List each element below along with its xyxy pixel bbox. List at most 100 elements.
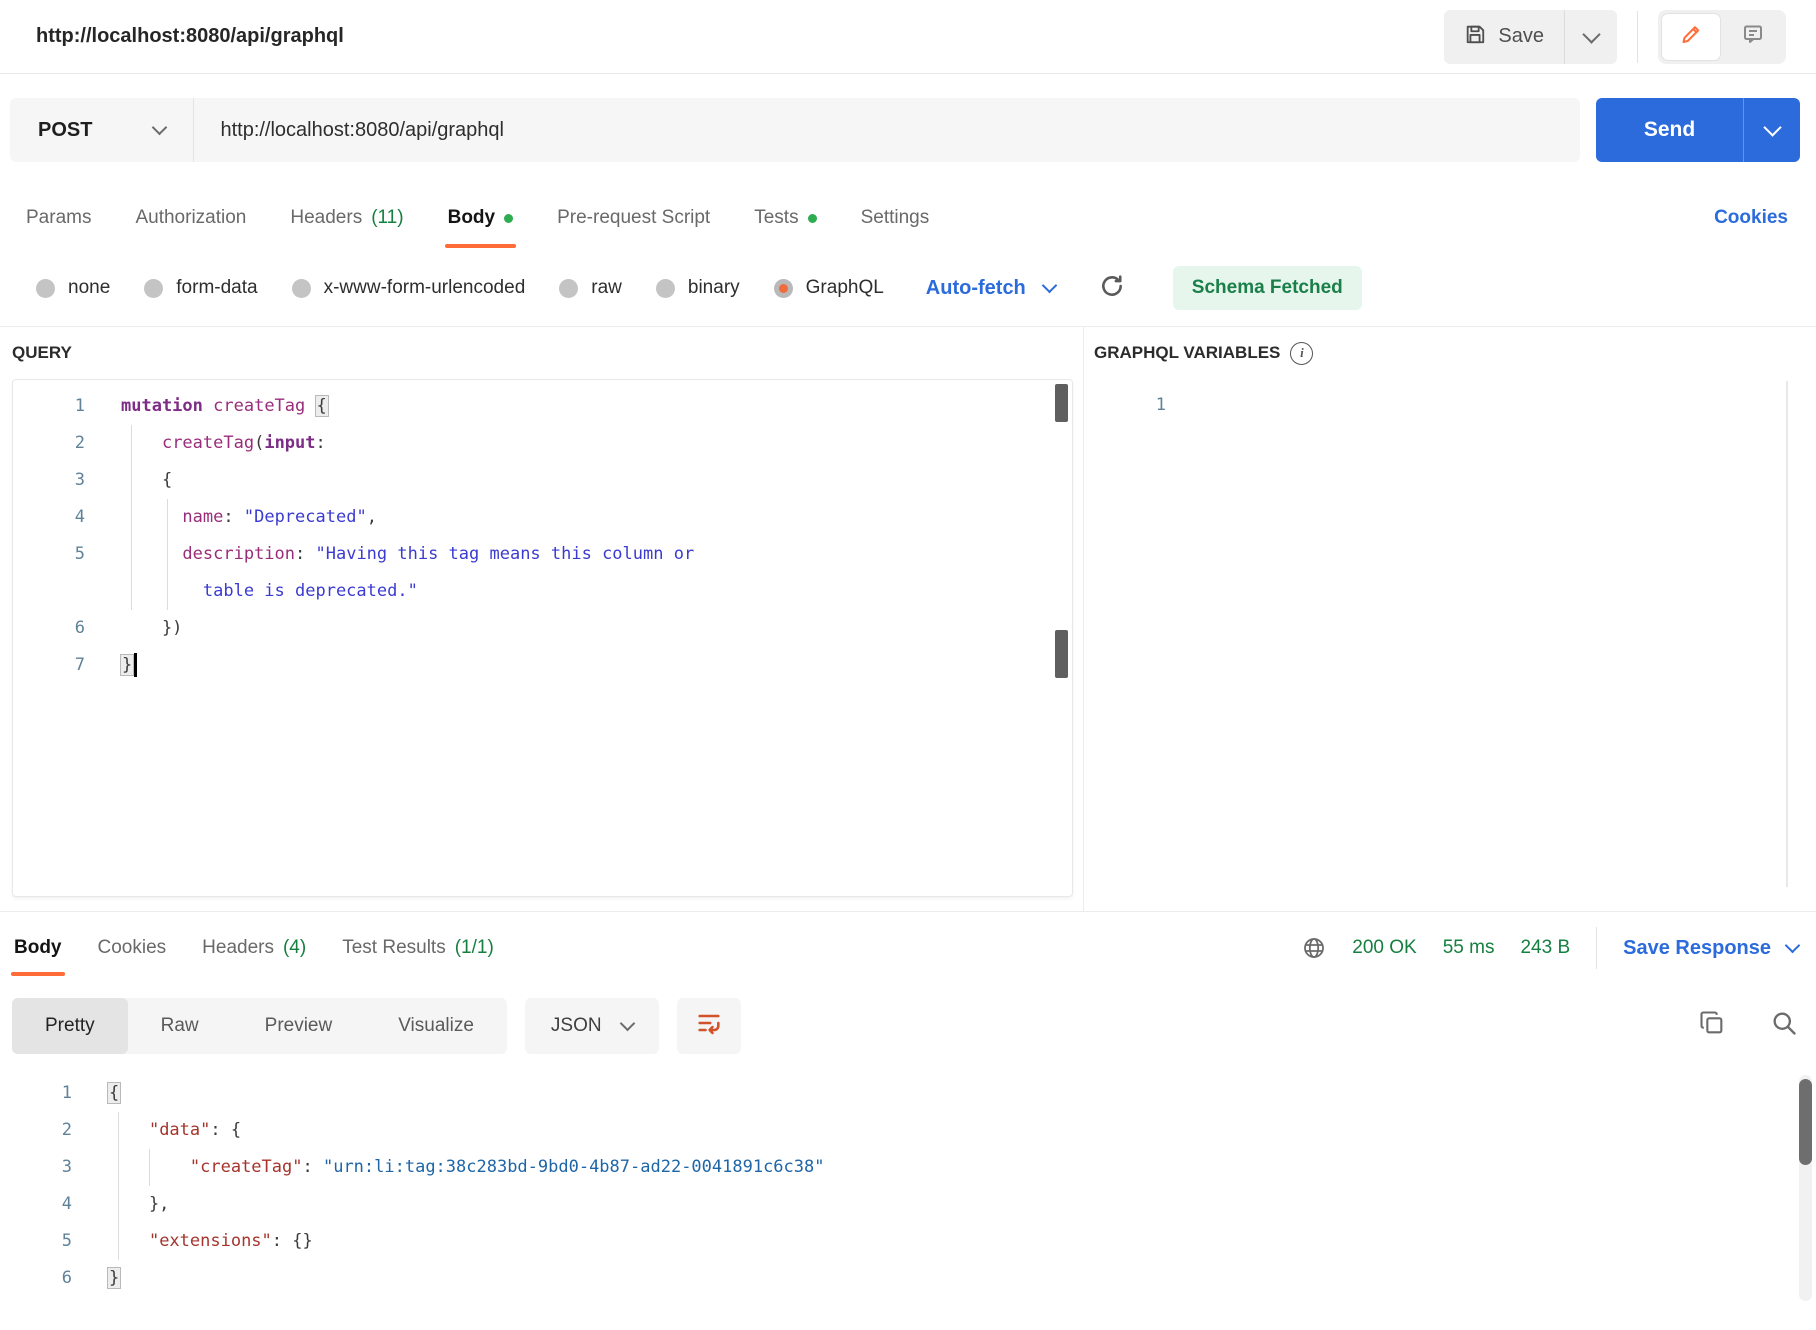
view-tab-raw[interactable]: Raw bbox=[128, 998, 232, 1054]
refresh-schema-button[interactable] bbox=[1099, 273, 1125, 304]
tab-pre-request-script[interactable]: Pre-request Script bbox=[557, 186, 710, 250]
view-tab-pretty[interactable]: Pretty bbox=[12, 998, 128, 1054]
status-badge[interactable]: 200 OK bbox=[1352, 937, 1416, 959]
line-number: 6 bbox=[0, 1260, 88, 1297]
format-select[interactable]: JSON bbox=[525, 998, 659, 1054]
tab-params[interactable]: Params bbox=[26, 186, 91, 250]
request-title: http://localhost:8080/api/graphql bbox=[36, 25, 344, 48]
code-line: 4 name: "Deprecated", bbox=[13, 499, 1072, 536]
radio-icon bbox=[774, 279, 793, 298]
tab-settings[interactable]: Settings bbox=[861, 186, 930, 250]
query-scrollbar-thumb[interactable] bbox=[1055, 384, 1068, 422]
line-number: 2 bbox=[13, 425, 101, 462]
code-line: 4 }, bbox=[0, 1186, 1816, 1223]
code-line: 1 bbox=[1094, 387, 1816, 424]
schema-status-badge: Schema Fetched bbox=[1173, 266, 1362, 310]
response-body-editor[interactable]: 1{2 "data": {3 "createTag": "urn:li:tag:… bbox=[0, 1067, 1816, 1309]
header-actions: Save bbox=[1444, 10, 1786, 64]
code-line: 6} bbox=[0, 1260, 1816, 1297]
body-type-none[interactable]: none bbox=[36, 277, 110, 299]
request-builder-row: POST Send bbox=[0, 74, 1816, 186]
body-type-form-data[interactable]: form-data bbox=[144, 277, 257, 299]
copy-button[interactable] bbox=[1698, 1009, 1726, 1042]
method-label: POST bbox=[38, 119, 92, 142]
view-tab-preview[interactable]: Preview bbox=[232, 998, 366, 1054]
line-number: 6 bbox=[13, 610, 101, 647]
radio-icon bbox=[656, 279, 675, 298]
search-icon bbox=[1770, 1009, 1798, 1042]
save-response-dropdown[interactable]: Save Response bbox=[1623, 937, 1798, 960]
response-tabs-row: Body Cookies Headers(4) Test Results(1/1) 2… bbox=[0, 912, 1816, 984]
tab-cookies[interactable]: Cookies bbox=[98, 912, 167, 984]
code-line: 1mutation createTag { bbox=[13, 388, 1072, 425]
response-scrollbar-thumb[interactable] bbox=[1799, 1079, 1812, 1165]
search-button[interactable] bbox=[1770, 1009, 1798, 1042]
tab-headers[interactable]: Headers(4) bbox=[202, 912, 306, 984]
request-tabs: Params Authorization Headers(11) Body Pre-re… bbox=[26, 186, 973, 250]
code-line: table is deprecated." bbox=[13, 573, 1072, 610]
indent-guide bbox=[167, 499, 168, 610]
radio-icon bbox=[292, 279, 311, 298]
code-line: 3 "createTag": "urn:li:tag:38c283bd-9bd0… bbox=[0, 1149, 1816, 1186]
comment-button[interactable] bbox=[1724, 14, 1782, 60]
tab-tests[interactable]: Tests bbox=[754, 186, 816, 250]
info-icon[interactable]: i bbox=[1290, 342, 1313, 365]
save-button[interactable]: Save bbox=[1444, 10, 1564, 64]
response-size[interactable]: 243 B bbox=[1520, 937, 1570, 959]
body-type-raw[interactable]: raw bbox=[559, 277, 622, 299]
tab-count: (11) bbox=[371, 207, 403, 229]
tab-test-results[interactable]: Test Results(1/1) bbox=[342, 912, 494, 984]
line-number: 2 bbox=[0, 1112, 88, 1149]
chevron-down-icon bbox=[152, 120, 168, 136]
tab-count: (1/1) bbox=[455, 937, 494, 959]
tab-authorization[interactable]: Authorization bbox=[135, 186, 246, 250]
body-type-graphql[interactable]: GraphQL bbox=[774, 277, 884, 299]
body-type-row: none form-data x-www-form-urlencoded raw bin… bbox=[0, 250, 1816, 326]
line-number: 5 bbox=[13, 536, 101, 573]
line-number: 7 bbox=[13, 647, 101, 684]
format-label: JSON bbox=[551, 1015, 602, 1037]
line-number: 4 bbox=[13, 499, 101, 536]
indent-guide bbox=[118, 1112, 119, 1260]
view-tab-visualize[interactable]: Visualize bbox=[365, 998, 507, 1054]
query-scrollbar-thumb[interactable] bbox=[1055, 630, 1068, 678]
text-wrap-icon bbox=[695, 1009, 723, 1042]
indent-guide bbox=[131, 425, 132, 610]
green-dot-icon bbox=[504, 214, 513, 223]
save-options-button[interactable] bbox=[1564, 10, 1617, 64]
refresh-icon bbox=[1099, 273, 1125, 304]
chevron-down-icon bbox=[1042, 278, 1058, 294]
line-number: 4 bbox=[0, 1186, 88, 1223]
line-number: 1 bbox=[13, 388, 101, 425]
variables-scrollbar-track[interactable] bbox=[1786, 381, 1788, 887]
body-type-binary[interactable]: binary bbox=[656, 277, 740, 299]
body-type-x-www-form-urlencoded[interactable]: x-www-form-urlencoded bbox=[292, 277, 526, 299]
code-line: 7} bbox=[13, 647, 1072, 684]
edit-mode-button[interactable] bbox=[1662, 14, 1720, 60]
meta-divider bbox=[1596, 927, 1597, 969]
line-number: 3 bbox=[13, 462, 101, 499]
variables-editor[interactable]: 1 bbox=[1094, 379, 1816, 895]
send-options-button[interactable] bbox=[1743, 98, 1800, 162]
chevron-down-icon bbox=[1763, 118, 1781, 136]
wrap-text-button[interactable] bbox=[677, 998, 741, 1054]
request-tabs-row: Params Authorization Headers(11) Body Pre-re… bbox=[0, 186, 1816, 250]
response-time[interactable]: 55 ms bbox=[1443, 937, 1495, 959]
green-dot-icon bbox=[808, 214, 817, 223]
send-button[interactable]: Send bbox=[1596, 98, 1743, 162]
tab-body[interactable]: Body bbox=[448, 186, 514, 250]
url-input[interactable] bbox=[194, 119, 1580, 142]
header-divider bbox=[1637, 11, 1638, 63]
cookies-link[interactable]: Cookies bbox=[1714, 207, 1788, 229]
tab-count: (4) bbox=[283, 937, 306, 959]
code-line: 2 createTag(input: bbox=[13, 425, 1072, 462]
chevron-down-icon bbox=[1582, 25, 1600, 43]
save-button-group: Save bbox=[1444, 10, 1617, 64]
postman-request-window: http://localhost:8080/api/graphql Save bbox=[0, 0, 1816, 1330]
query-editor[interactable]: 1mutation createTag {2 createTag(input:3… bbox=[12, 379, 1073, 897]
autofetch-dropdown[interactable]: Auto-fetch bbox=[926, 277, 1055, 300]
response-meta: 200 OK 55 ms 243 B Save Response bbox=[1302, 927, 1798, 969]
method-select[interactable]: POST bbox=[10, 98, 194, 162]
tab-body[interactable]: Body bbox=[14, 912, 62, 984]
tab-headers[interactable]: Headers(11) bbox=[290, 186, 403, 250]
